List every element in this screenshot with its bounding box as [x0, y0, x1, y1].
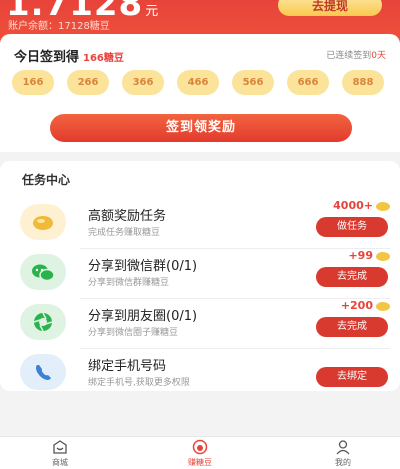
withdraw-button[interactable]: 去提现: [278, 0, 382, 16]
do-task-button[interactable]: 做任务: [316, 217, 388, 237]
task-desc: 分享到微信群赚糖豆: [88, 278, 170, 288]
coin-icon: [376, 301, 390, 311]
reward-coin-day3: 366: [122, 70, 164, 95]
task-title: 绑定手机号码: [88, 359, 167, 374]
nav-label: 商城: [52, 458, 68, 467]
bind-phone-button[interactable]: 去绑定: [316, 367, 388, 387]
signin-today-amount: 166糖豆: [83, 53, 124, 64]
nav-item-profile[interactable]: 我的: [313, 439, 373, 468]
task-reward: +99: [348, 249, 390, 262]
store-icon: [52, 439, 68, 455]
complete-task-button[interactable]: 去完成: [316, 317, 388, 337]
nav-label: 我的: [335, 458, 351, 467]
nav-item-store[interactable]: 商城: [30, 439, 90, 468]
moments-icon: [20, 304, 66, 340]
reward-coin-day1: 166: [12, 70, 54, 95]
streak-status: 已连续签到0天: [326, 51, 386, 61]
bean-icon: [20, 204, 66, 240]
task-desc: 分享到微信圈子赚糖豆: [88, 328, 179, 338]
streak-days: 0天: [371, 51, 386, 61]
task-reward: +200: [341, 299, 390, 312]
task-row: 分享到微信群(0/1) 分享到微信群赚糖豆 +99 去完成: [18, 249, 390, 299]
complete-task-button[interactable]: 去完成: [316, 267, 388, 287]
task-desc: 完成任务赚取糖豆: [88, 228, 161, 238]
signin-title: 今日签到得 166糖豆: [14, 50, 124, 65]
task-title: 高额奖励任务: [88, 209, 167, 224]
task-row: 高额奖励任务 完成任务赚取糖豆 4000+ 做任务: [18, 199, 390, 249]
task-center: 任务中心 高额奖励任务 完成任务赚取糖豆 4000+ 做任务 分享到微信群(0/…: [0, 161, 400, 391]
balance-unit: 元: [145, 4, 160, 19]
wechat-icon: [20, 254, 66, 290]
profile-icon: [335, 439, 351, 455]
task-title: 分享到朋友圈(0/1): [88, 309, 198, 324]
reward-coins-row: 166 266 366 466 566 666 888: [12, 70, 388, 96]
coin-icon: [376, 201, 390, 211]
task-center-title: 任务中心: [22, 173, 71, 187]
bottom-nav: 商城 赚糖豆 我的: [0, 436, 400, 469]
account-balance: 账户余额：17128糖豆: [8, 21, 110, 32]
task-row: 分享到朋友圈(0/1) 分享到微信圈子赚糖豆 +200 去完成: [18, 299, 390, 349]
reward-coin-day4: 466: [177, 70, 219, 95]
reward-coin-day7: 888: [342, 70, 384, 95]
task-row: 绑定手机号码 绑定手机号,获取更多权限 去绑定: [18, 349, 390, 399]
task-reward: 4000+: [333, 199, 390, 212]
reward-coin-day5: 566: [232, 70, 274, 95]
phone-icon: [20, 354, 66, 390]
signin-card: 今日签到得 166糖豆 已连续签到0天 166 266 366 466 566 6…: [0, 34, 400, 152]
signin-button[interactable]: 签到领奖励: [50, 114, 352, 142]
nav-item-earn[interactable]: 赚糖豆: [170, 439, 230, 468]
task-desc: 绑定手机号,获取更多权限: [88, 378, 190, 388]
reward-coin-day6: 666: [287, 70, 329, 95]
coin-icon: [376, 251, 390, 261]
nav-label: 赚糖豆: [188, 458, 212, 467]
task-title: 分享到微信群(0/1): [88, 259, 198, 274]
earn-icon: [192, 439, 208, 455]
reward-coin-day2: 266: [67, 70, 109, 95]
